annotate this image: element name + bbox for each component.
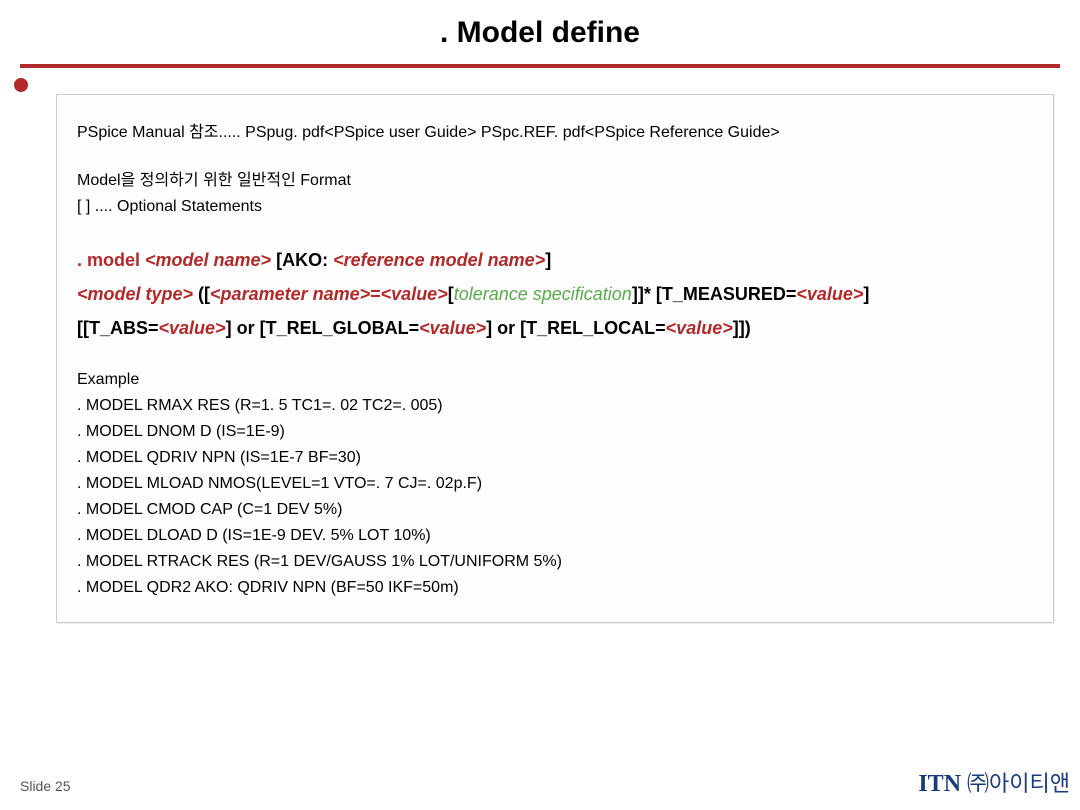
content-box: PSpice Manual 참조..... PSpug. pdf<PSpice … bbox=[56, 94, 1054, 623]
horizontal-rule bbox=[20, 64, 1060, 68]
example-line: . MODEL DNOM D (IS=1E-9) bbox=[77, 420, 1033, 444]
example-line: . MODEL CMOD CAP (C=1 DEV 5%) bbox=[77, 498, 1033, 522]
format-heading: Model을 정의하기 위한 일반적인 Format bbox=[77, 169, 1033, 193]
rule-dot bbox=[14, 78, 28, 92]
example-line: . MODEL RTRACK RES (R=1 DEV/GAUSS 1% LOT… bbox=[77, 550, 1033, 574]
syntax-bracket: ] or [T_REL_LOCAL= bbox=[486, 318, 666, 338]
example-line: . MODEL RMAX RES (R=1. 5 TC1=. 02 TC2=. … bbox=[77, 394, 1033, 418]
example-heading: Example bbox=[77, 368, 1033, 392]
syntax-bracket: ]]) bbox=[733, 318, 751, 338]
syntax-bracket: ([ bbox=[193, 284, 210, 304]
syntax-eq: = bbox=[370, 284, 381, 304]
example-line: . MODEL DLOAD D (IS=1E-9 DEV. 5% LOT 10%… bbox=[77, 524, 1033, 548]
company-logo-text: ITN ㈜아이티앤 bbox=[918, 766, 1070, 798]
syntax-placeholder: <value> bbox=[666, 318, 733, 338]
optional-statements-line: [ ] .... Optional Statements bbox=[77, 195, 1033, 219]
syntax-bracket: [[T_ABS= bbox=[77, 318, 159, 338]
syntax-bracket: ] or [T_REL_GLOBAL= bbox=[226, 318, 420, 338]
slide-number: Slide 25 bbox=[20, 778, 71, 794]
example-line: . MODEL QDRIV NPN (IS=1E-7 BF=30) bbox=[77, 446, 1033, 470]
syntax-placeholder: <value> bbox=[419, 318, 486, 338]
syntax-placeholder: <model name> bbox=[145, 250, 271, 270]
syntax-placeholder: <model type> bbox=[77, 284, 193, 304]
syntax-placeholder: <reference model name> bbox=[333, 250, 545, 270]
syntax-bracket: ]]* [T_MEASURED= bbox=[632, 284, 797, 304]
syntax-placeholder: <parameter name> bbox=[210, 284, 370, 304]
example-line: . MODEL QDR2 AKO: QDRIV NPN (BF=50 IKF=5… bbox=[77, 576, 1033, 600]
logo-en: ITN bbox=[918, 771, 967, 797]
syntax-bracket: ] bbox=[863, 284, 869, 304]
syntax-line-2: <model type> ([<parameter name>=<value>[… bbox=[77, 277, 1033, 311]
syntax-placeholder: <value> bbox=[381, 284, 448, 304]
syntax-line-3: [[T_ABS=<value>] or [T_REL_GLOBAL=<value… bbox=[77, 311, 1033, 345]
syntax-keyword: . model bbox=[77, 250, 145, 270]
syntax-bracket: [AKO: bbox=[271, 250, 333, 270]
syntax-placeholder: <value> bbox=[796, 284, 863, 304]
slide-title: . Model define bbox=[0, 0, 1080, 58]
syntax-placeholder: <value> bbox=[159, 318, 226, 338]
syntax-bracket: ] bbox=[545, 250, 551, 270]
syntax-tolerance: tolerance specification bbox=[454, 284, 632, 304]
example-line: . MODEL MLOAD NMOS(LEVEL=1 VTO=. 7 CJ=. … bbox=[77, 472, 1033, 496]
logo-kr: ㈜아이티앤 bbox=[967, 771, 1070, 796]
syntax-line-1: . model <model name> [AKO: <reference mo… bbox=[77, 243, 1033, 277]
reference-line: PSpice Manual 참조..... PSpug. pdf<PSpice … bbox=[77, 121, 1033, 145]
